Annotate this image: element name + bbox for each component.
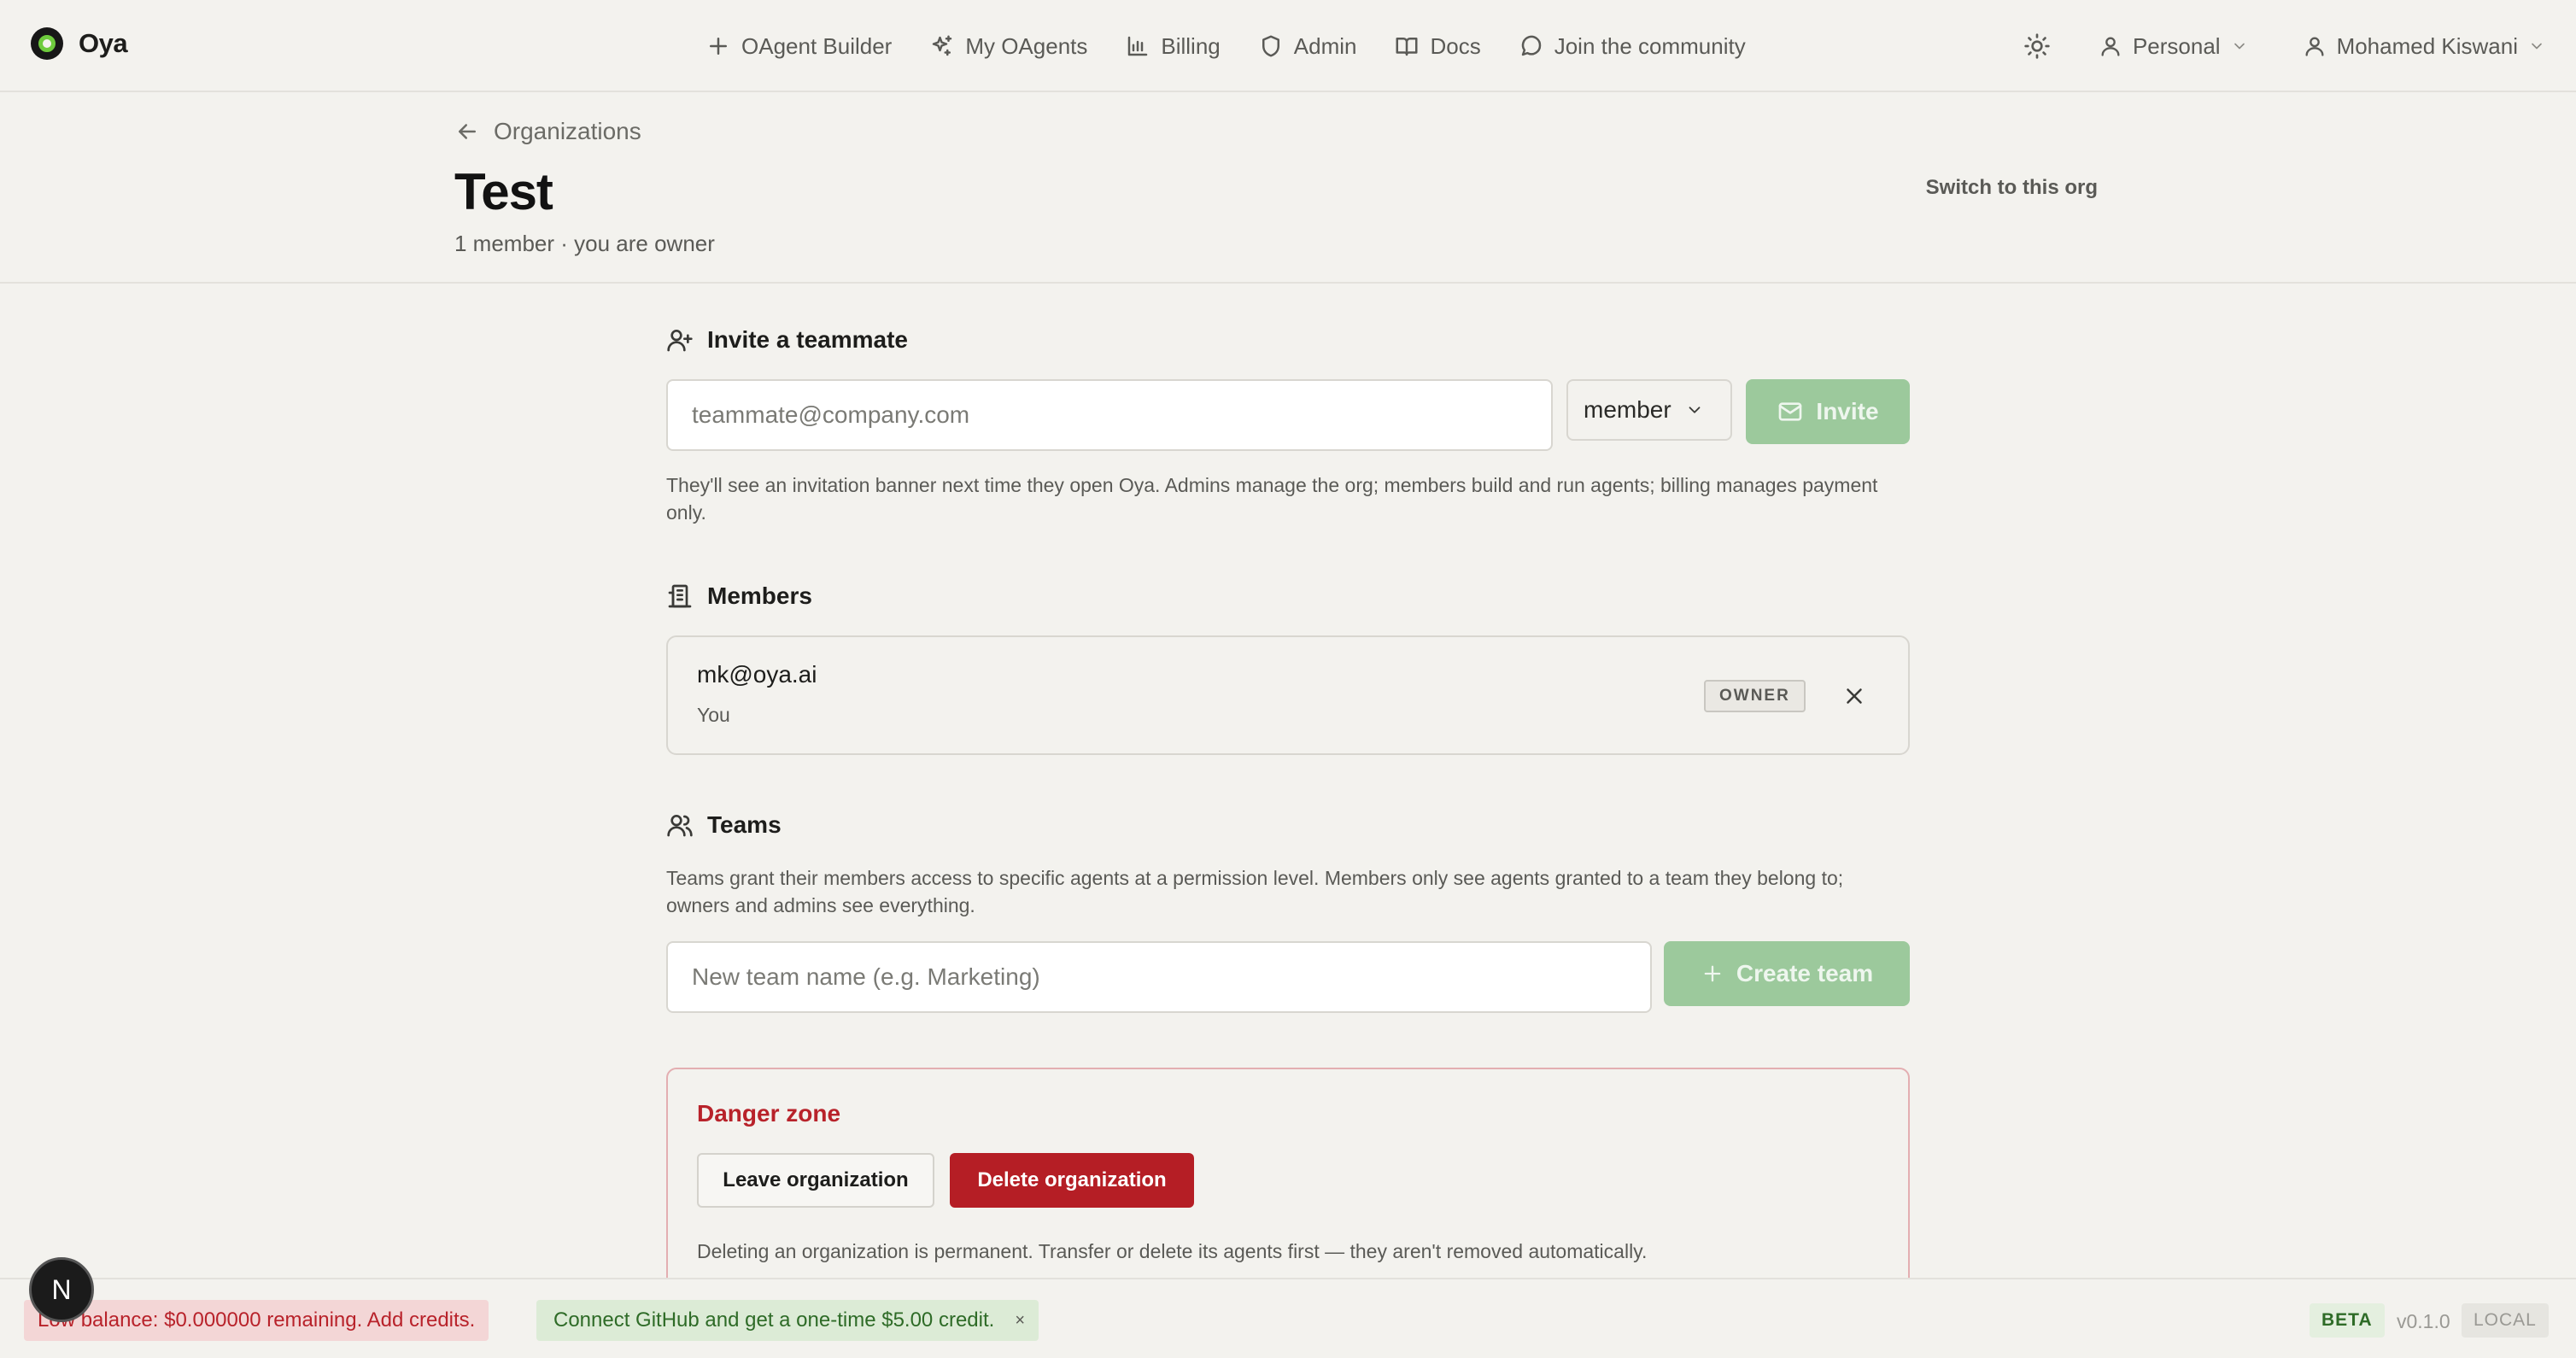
back-link-label: Organizations	[494, 118, 641, 144]
section-title-label: Teams	[707, 811, 782, 838]
delete-organization-button[interactable]: Delete organization	[950, 1153, 1194, 1208]
org-meta: 1 member · you are owner	[454, 231, 715, 256]
danger-help-text: Deleting an organization is permanent. T…	[697, 1240, 1648, 1262]
nav-links: OAgent Builder My OAgents Billing Admin …	[705, 26, 1783, 67]
team-name-input[interactable]	[666, 941, 1652, 1013]
teams-section-title: Teams	[666, 811, 782, 839]
sparkles-icon	[933, 35, 952, 56]
oya-logo-icon	[31, 27, 63, 60]
close-icon[interactable]	[1841, 683, 1867, 709]
user-name: Mohamed Kiswani	[2336, 32, 2518, 59]
nav-link-label: Billing	[1161, 32, 1221, 59]
top-nav: Oya OAgent Builder My OAgents Billing Ad…	[0, 0, 2576, 92]
dev-tools-button[interactable]: N	[29, 1257, 94, 1322]
nav-link-admin[interactable]: Admin	[1258, 32, 1357, 60]
danger-zone: Danger zone Leave organization Delete or…	[666, 1068, 1910, 1291]
member-note: You	[697, 704, 730, 726]
book-open-icon	[1396, 38, 1418, 56]
invite-section-title: Invite a teammate	[666, 326, 908, 354]
nav-link-label: Join the community	[1554, 32, 1746, 59]
nav-link-label: OAgent Builder	[741, 32, 893, 59]
nav-link-community[interactable]: Join the community	[1519, 33, 1746, 60]
invite-button[interactable]: Invite	[1746, 379, 1910, 444]
invite-help-text: They'll see an invitation banner next ti…	[666, 474, 1878, 524]
chevron-down-icon	[2532, 43, 2542, 50]
create-team-button[interactable]: Create team	[1664, 941, 1910, 1006]
sun-icon[interactable]	[2023, 32, 2051, 60]
low-balance-banner[interactable]: Low balance: $0.000000 remaining. Add cr…	[24, 1300, 489, 1341]
status-bar: Low balance: $0.000000 remaining. Add cr…	[0, 1278, 2576, 1358]
back-to-organizations-link[interactable]: Organizations	[454, 118, 641, 145]
arrow-left-icon	[459, 124, 476, 139]
user-plus-icon	[667, 330, 693, 352]
invite-button-label: Invite	[1816, 398, 1879, 424]
beta-badge: BETA	[2310, 1303, 2385, 1338]
nav-link-label: Docs	[1430, 32, 1481, 59]
users-icon	[667, 815, 693, 837]
section-title-label: Members	[707, 582, 812, 609]
close-icon[interactable]: ×	[1015, 1311, 1025, 1331]
nav-link-my-oagents[interactable]: My OAgents	[929, 33, 1087, 60]
member-email: mk@oya.ai	[697, 661, 817, 688]
section-title-label: Invite a teammate	[707, 326, 908, 353]
role-select-value: member	[1584, 396, 1671, 423]
building-icon	[668, 584, 692, 608]
brand[interactable]: Oya	[31, 27, 128, 60]
shield-icon	[1262, 35, 1279, 57]
github-credit-banner[interactable]: Connect GitHub and get a one-time $5.00 …	[536, 1300, 1039, 1341]
invite-email-input[interactable]	[666, 379, 1553, 451]
chevron-down-icon	[1689, 407, 1701, 413]
plus-icon	[1704, 965, 1721, 982]
member-row: mk@oya.ai You OWNER	[666, 635, 1910, 755]
role-badge: OWNER	[1704, 680, 1806, 712]
leave-organization-button[interactable]: Leave organization	[697, 1153, 934, 1208]
bar-chart-icon	[1128, 36, 1148, 56]
nav-link-docs[interactable]: Docs	[1394, 32, 1481, 60]
create-team-label: Create team	[1736, 960, 1874, 986]
nav-link-label: Admin	[1293, 32, 1357, 59]
nav-link-billing[interactable]: Billing	[1125, 32, 1221, 60]
page-title: Test	[454, 163, 553, 220]
user-icon	[2305, 37, 2324, 56]
user-dropdown[interactable]: Mohamed Kiswani	[2303, 33, 2545, 60]
danger-zone-title: Danger zone	[697, 1100, 841, 1127]
invite-role-select[interactable]: member	[1566, 379, 1732, 441]
teams-help-text: Teams grant their members access to spec…	[666, 867, 1844, 916]
workspace-label: Personal	[2132, 32, 2221, 59]
mail-icon	[1779, 402, 1802, 421]
members-section-title: Members	[666, 582, 812, 610]
version-label: v0.1.0	[2397, 1310, 2450, 1332]
user-icon	[2101, 37, 2120, 56]
org-header: Organizations Test 1 member · you are ow…	[0, 94, 2576, 284]
nav-right: Personal Mohamed Kiswani	[2023, 26, 2545, 67]
nav-link-oagent-builder[interactable]: OAgent Builder	[705, 33, 892, 60]
plus-icon	[710, 38, 727, 55]
github-banner-text: Connect GitHub and get a one-time $5.00 …	[553, 1308, 995, 1332]
workspace-dropdown[interactable]: Personal	[2099, 33, 2248, 60]
env-badge: LOCAL	[2462, 1303, 2549, 1338]
brand-name: Oya	[79, 28, 128, 58]
nav-link-label: My OAgents	[965, 32, 1088, 59]
switch-org-button[interactable]: Switch to this org	[1926, 176, 2098, 200]
chevron-down-icon	[2234, 43, 2245, 50]
message-circle-icon	[1521, 35, 1541, 56]
